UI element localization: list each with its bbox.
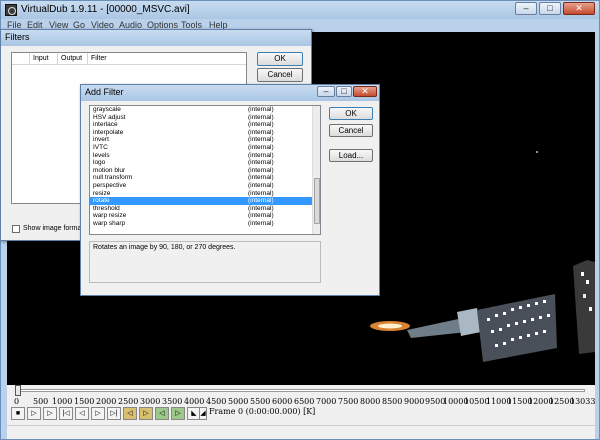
position-slider-thumb[interactable] bbox=[15, 385, 21, 396]
column-header-input[interactable]: Input bbox=[30, 53, 58, 65]
filter-type: (internal) bbox=[248, 189, 274, 197]
add-filter-titlebar[interactable]: Add Filter – □ ✕ bbox=[81, 85, 379, 101]
go-start-icon[interactable]: |◁ bbox=[59, 407, 73, 420]
mark-out-icon[interactable]: ◢ bbox=[199, 407, 207, 420]
filter-name: levels bbox=[93, 151, 110, 159]
filter-row[interactable]: IVTC (internal) bbox=[90, 144, 320, 152]
maximize-button[interactable]: □ bbox=[539, 2, 561, 15]
filter-name: invert bbox=[93, 136, 109, 144]
filter-row[interactable]: motion blur (internal) bbox=[90, 167, 320, 175]
column-header-output[interactable]: Output bbox=[58, 53, 88, 65]
filter-name: warp resize bbox=[93, 212, 127, 220]
filter-row[interactable]: logo (internal) bbox=[90, 159, 320, 167]
next-keyframe-icon[interactable]: ▷ bbox=[139, 407, 153, 420]
go-end-icon[interactable]: ▷| bbox=[107, 407, 121, 420]
filter-row[interactable]: warp sharp (internal) bbox=[90, 220, 320, 228]
filters-dialog-titlebar[interactable]: Filters bbox=[1, 30, 311, 46]
filter-row[interactable]: HSV adjust (internal) bbox=[90, 114, 320, 122]
filter-type: (internal) bbox=[248, 159, 274, 167]
filters-ok-button[interactable]: OK bbox=[257, 52, 303, 66]
filter-row[interactable]: levels (internal) bbox=[90, 152, 320, 160]
next-scene-icon[interactable]: ▷ bbox=[171, 407, 185, 420]
filter-row[interactable]: rotate (internal) bbox=[90, 197, 320, 205]
filter-type: (internal) bbox=[248, 113, 274, 121]
filters-dialog-title: Filters bbox=[5, 32, 30, 42]
filter-row[interactable]: warp resize (internal) bbox=[90, 212, 320, 220]
filter-name: null transform bbox=[93, 174, 133, 182]
filter-type: (internal) bbox=[248, 136, 274, 144]
prev-keyframe-icon[interactable]: ◁ bbox=[123, 407, 137, 420]
filter-type: (internal) bbox=[248, 204, 274, 212]
filter-rows: grayscale (internal) HSV adjust (internal) i… bbox=[90, 106, 320, 228]
filter-type: (internal) bbox=[248, 128, 274, 136]
add-filter-maximize-button[interactable]: □ bbox=[336, 86, 352, 97]
close-button[interactable]: ✕ bbox=[563, 2, 595, 15]
main-titlebar[interactable]: VirtualDub 1.9.11 - [00000_MSVC.avi] – □… bbox=[1, 1, 599, 19]
filter-name: grayscale bbox=[93, 106, 121, 113]
filter-description: Rotates an image by 90, 180, or 270 degr… bbox=[89, 241, 321, 283]
filter-name: threshold bbox=[93, 204, 120, 212]
filters-cancel-button[interactable]: Cancel bbox=[257, 68, 303, 82]
filter-type: (internal) bbox=[248, 106, 274, 113]
filter-name: warp sharp bbox=[93, 219, 126, 227]
stop-icon[interactable]: ■ bbox=[11, 407, 25, 420]
filter-name: HSV adjust bbox=[93, 113, 126, 121]
filter-row[interactable]: invert (internal) bbox=[90, 136, 320, 144]
filter-type: (internal) bbox=[248, 197, 274, 205]
frame-readout: Frame 0 (0:00:00.000) [K] bbox=[209, 407, 316, 416]
add-filter-title: Add Filter bbox=[85, 87, 124, 97]
filter-type: (internal) bbox=[248, 121, 274, 129]
filter-list[interactable]: grayscale (internal) HSV adjust (internal) i… bbox=[89, 105, 321, 235]
show-image-formats-label: Show image formats bbox=[23, 225, 87, 232]
filter-name: logo bbox=[93, 159, 106, 167]
filter-row[interactable]: perspective (internal) bbox=[90, 182, 320, 190]
filter-row[interactable]: null transform (internal) bbox=[90, 174, 320, 182]
position-slider-track[interactable] bbox=[17, 389, 585, 392]
minimize-button[interactable]: – bbox=[515, 2, 537, 15]
filter-type: (internal) bbox=[248, 174, 274, 182]
add-filter-cancel-button[interactable]: Cancel bbox=[329, 124, 373, 137]
filter-type: (internal) bbox=[248, 219, 274, 227]
window-title: VirtualDub 1.9.11 - [00000_MSVC.avi] bbox=[21, 4, 190, 15]
filter-row[interactable]: interlace (internal) bbox=[90, 121, 320, 129]
filter-row[interactable]: grayscale (internal) bbox=[90, 106, 320, 114]
load-button[interactable]: Load... bbox=[329, 149, 373, 162]
filter-row[interactable]: resize (internal) bbox=[90, 190, 320, 198]
filter-type: (internal) bbox=[248, 212, 274, 220]
column-header-filter[interactable]: Filter bbox=[88, 53, 246, 65]
filter-row[interactable]: interpolate (internal) bbox=[90, 129, 320, 137]
filter-type: (internal) bbox=[248, 143, 274, 151]
filter-list-scroll-thumb[interactable] bbox=[314, 178, 320, 224]
playback-toolbar: ■ ▷ ▷ |◁ ◁ ▷ ▷| ◁ ▷ ◁ ▷ ◣ ◢ Frame 0 (0:0… bbox=[7, 405, 595, 425]
add-filter-close-button[interactable]: ✕ bbox=[353, 86, 377, 97]
status-bar bbox=[7, 425, 595, 439]
show-image-formats-checkbox[interactable] bbox=[12, 225, 20, 233]
filter-type: (internal) bbox=[248, 166, 274, 174]
add-filter-ok-button[interactable]: OK bbox=[329, 107, 373, 120]
filter-name: motion blur bbox=[93, 166, 126, 174]
go-forward-icon[interactable]: ▷ bbox=[91, 407, 105, 420]
column-header-blank bbox=[12, 53, 30, 65]
filter-type: (internal) bbox=[248, 181, 274, 189]
add-filter-minimize-button[interactable]: – bbox=[317, 86, 335, 97]
filter-name: rotate bbox=[93, 197, 110, 205]
filter-type: (internal) bbox=[248, 151, 274, 159]
go-back-icon[interactable]: ◁ bbox=[75, 407, 89, 420]
add-filter-dialog: Add Filter – □ ✕ grayscale (internal) HSV … bbox=[80, 84, 380, 296]
prev-scene-icon[interactable]: ◁ bbox=[155, 407, 169, 420]
filter-row[interactable]: threshold (internal) bbox=[90, 205, 320, 213]
filter-name: resize bbox=[93, 189, 111, 197]
play-input-icon[interactable]: ▷ bbox=[27, 407, 41, 420]
filter-name: interlace bbox=[93, 121, 118, 129]
filter-list-scrollbar[interactable] bbox=[312, 106, 320, 234]
virtualdub-app-icon[interactable] bbox=[5, 4, 17, 16]
filter-name: interpolate bbox=[93, 128, 124, 136]
filter-name: IVTC bbox=[93, 143, 108, 151]
play-output-icon[interactable]: ▷ bbox=[43, 407, 57, 420]
filter-name: perspective bbox=[93, 181, 127, 189]
